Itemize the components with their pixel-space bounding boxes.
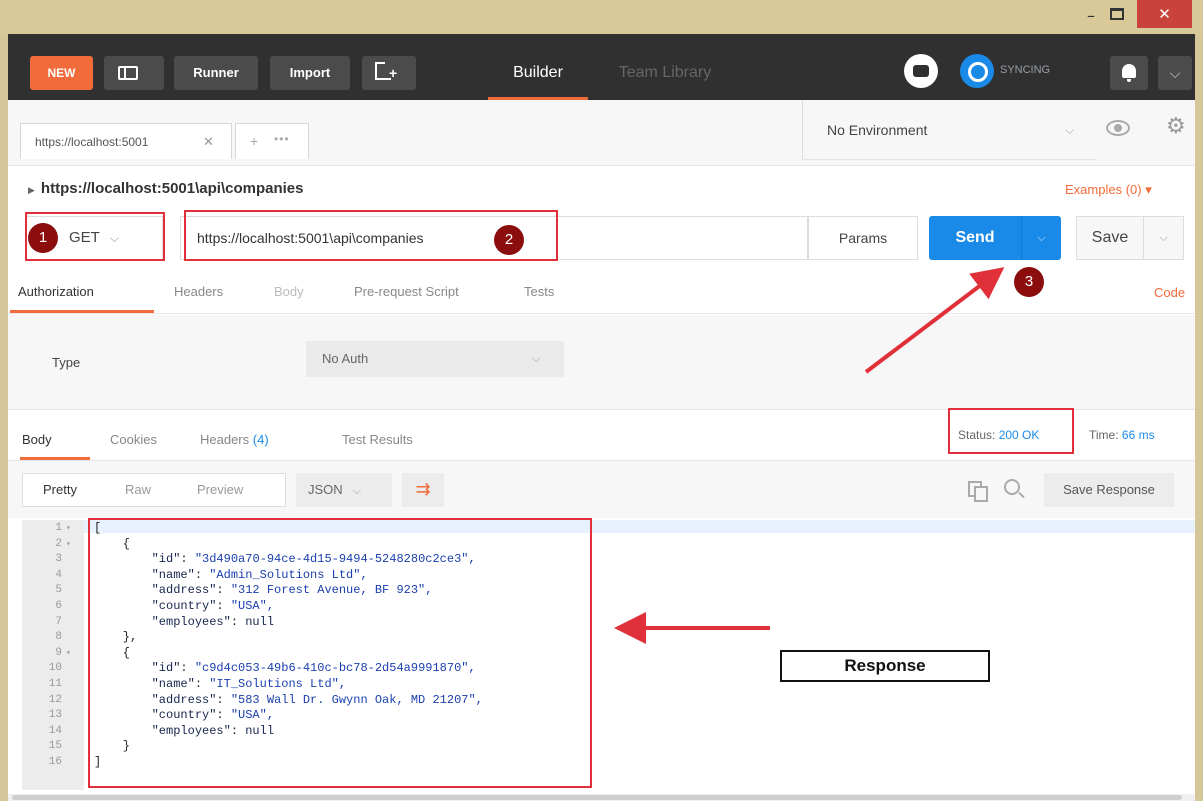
annotation-arrows [614, 267, 1005, 644]
minimize-button[interactable]: – [1082, 6, 1100, 26]
postman-app: NEW Runner Import Builder Team Library S… [8, 34, 1195, 801]
window-titlebar: – ✕ [0, 0, 1203, 34]
close-window-button[interactable]: ✕ [1137, 0, 1192, 28]
arrow-to-send [864, 267, 1005, 374]
maximize-button[interactable] [1110, 8, 1124, 20]
